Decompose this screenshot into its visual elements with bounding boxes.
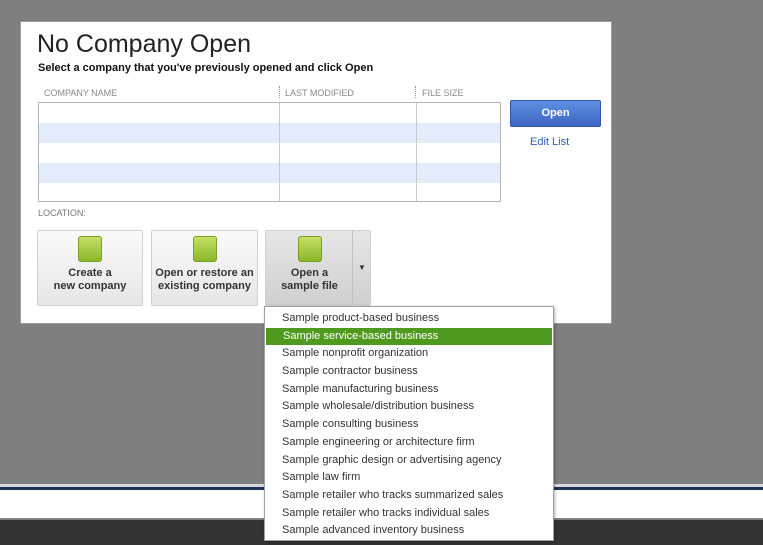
button-label: sample file (281, 280, 338, 292)
menu-item[interactable]: Sample law firm (265, 469, 553, 487)
no-company-dialog: No Company Open Select a company that yo… (20, 21, 612, 324)
sample-file-menu: Sample product-based business Sample serv… (264, 306, 554, 541)
new-company-icon (78, 236, 102, 262)
column-last-modified[interactable]: LAST MODIFIED (285, 88, 354, 98)
table-row[interactable] (39, 103, 500, 123)
open-restore-company-button[interactable]: Open or restore an existing company (151, 230, 258, 306)
button-label: existing company (158, 280, 251, 292)
menu-item[interactable]: Sample advanced inventory business (265, 522, 553, 540)
menu-item[interactable]: Sample engineering or architecture firm (265, 434, 553, 452)
table-row[interactable] (39, 183, 500, 203)
column-separator[interactable] (279, 86, 280, 98)
column-file-size[interactable]: FILE SIZE (422, 88, 464, 98)
menu-item[interactable]: Sample service-based business (266, 327, 552, 346)
sample-file-icon (297, 236, 322, 262)
create-company-button[interactable]: Create a new company (37, 230, 143, 306)
column-divider (416, 103, 417, 201)
table-row[interactable] (39, 143, 500, 163)
menu-item[interactable]: Sample contractor business (265, 363, 553, 381)
menu-item[interactable]: Sample wholesale/distribution business (265, 398, 553, 416)
subtitle: Select a company that you've previously … (38, 62, 374, 74)
menu-item[interactable]: Sample graphic design or advertising age… (265, 452, 553, 470)
company-list[interactable] (38, 102, 501, 202)
open-sample-file-button[interactable]: Open a sample file ▼ (265, 230, 371, 306)
button-label: Create a (68, 267, 112, 279)
menu-item[interactable]: Sample retailer who tracks individual sa… (265, 505, 553, 523)
menu-item[interactable]: Sample manufacturing business (265, 381, 553, 399)
button-label: Open a (290, 267, 329, 279)
page-title: No Company Open (37, 30, 252, 58)
open-company-icon (192, 236, 217, 262)
column-separator[interactable] (415, 86, 416, 98)
menu-item[interactable]: Sample consulting business (265, 416, 553, 434)
menu-item[interactable]: Sample nonprofit organization (265, 345, 553, 363)
dropdown-arrow-icon[interactable]: ▼ (352, 231, 371, 305)
menu-item[interactable]: Sample retailer who tracks summarized sa… (265, 487, 553, 505)
menu-item[interactable]: Sample product-based business (265, 310, 553, 328)
location-label: LOCATION: (38, 208, 86, 218)
column-company-name[interactable]: COMPANY NAME (44, 88, 117, 98)
column-divider (279, 103, 280, 201)
open-button[interactable]: Open (510, 100, 601, 127)
table-row[interactable] (39, 123, 500, 143)
button-label: Open or restore an (155, 267, 254, 279)
edit-list-link[interactable]: Edit List (530, 136, 569, 148)
button-label: new company (53, 280, 127, 292)
table-row[interactable] (39, 163, 500, 183)
